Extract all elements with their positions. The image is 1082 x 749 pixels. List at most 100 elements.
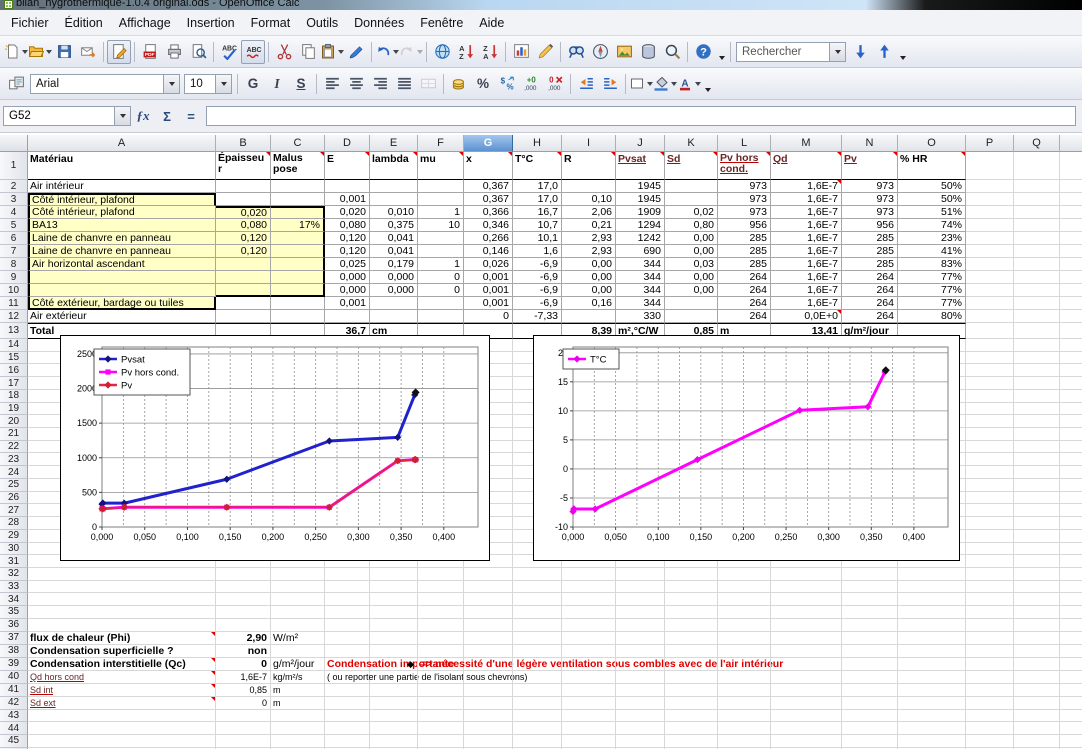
cell-P45[interactable] xyxy=(966,734,1014,748)
cell-M1[interactable]: Qd xyxy=(771,152,842,180)
cell-K39[interactable] xyxy=(665,657,718,671)
cell-H9[interactable]: -6,9 xyxy=(513,271,562,284)
page-preview-button[interactable] xyxy=(186,40,210,64)
cell-P11[interactable] xyxy=(966,297,1014,310)
cell-G4[interactable]: 0,366 xyxy=(464,206,513,219)
cell-N10[interactable]: 264 xyxy=(842,284,898,297)
cell-H5[interactable]: 10,7 xyxy=(513,219,562,232)
cell-Q29[interactable] xyxy=(1014,529,1060,543)
cut-button[interactable] xyxy=(272,40,296,64)
cell-Q41[interactable] xyxy=(1014,683,1060,697)
gallery-button[interactable] xyxy=(612,40,636,64)
cell-H2[interactable]: 17,0 xyxy=(513,180,562,193)
cell-L2[interactable]: 973 xyxy=(718,180,771,193)
print-button[interactable] xyxy=(162,40,186,64)
cell-T26[interactable] xyxy=(1060,492,1082,505)
cell-T28[interactable] xyxy=(1060,517,1082,530)
cell-I34[interactable] xyxy=(562,593,616,607)
show-draw-functions-button[interactable] xyxy=(533,40,557,64)
cell-D1[interactable]: E xyxy=(325,152,370,180)
cell-C7[interactable] xyxy=(271,245,325,258)
cell-H10[interactable]: -6,9 xyxy=(513,284,562,297)
cell-D6[interactable]: 0,120 xyxy=(325,232,370,245)
cell-K45[interactable] xyxy=(665,734,718,748)
cell-A12[interactable]: Air extérieur xyxy=(28,310,216,323)
data-sources-button[interactable] xyxy=(636,40,660,64)
sum-button[interactable]: Σ xyxy=(155,105,179,127)
cell-K41[interactable] xyxy=(665,683,718,697)
cell-M4[interactable]: 1,6E-7 xyxy=(771,206,842,219)
cell-B41[interactable]: 0,85 xyxy=(216,683,271,697)
format-paintbrush-button[interactable] xyxy=(344,40,368,64)
cell-F38[interactable] xyxy=(418,644,464,658)
cell-D39[interactable]: Condensation importante xyxy=(325,657,454,671)
cell-F37[interactable] xyxy=(418,631,464,645)
cell-E39[interactable]: ◆ xyxy=(370,657,418,671)
cell-F11[interactable] xyxy=(418,297,464,310)
cell-P3[interactable] xyxy=(966,193,1014,206)
cell-A38[interactable]: Condensation superficielle ? xyxy=(28,644,216,658)
cell-A35[interactable] xyxy=(28,606,216,619)
cell-K44[interactable] xyxy=(665,722,718,735)
cell-M7[interactable]: 1,6E-7 xyxy=(771,245,842,258)
cell-I4[interactable]: 2,06 xyxy=(562,206,616,219)
cell-B3[interactable] xyxy=(216,193,271,206)
name-box[interactable]: G52 xyxy=(3,106,131,126)
cell-N33[interactable] xyxy=(842,580,898,594)
cell-Q20[interactable] xyxy=(1014,415,1060,429)
cell-F7[interactable] xyxy=(418,245,464,258)
cell-O5[interactable]: 74% xyxy=(898,219,966,232)
cell-L10[interactable]: 264 xyxy=(718,284,771,297)
open-button[interactable] xyxy=(28,40,52,64)
cell-L45[interactable] xyxy=(718,734,771,748)
cell-B38[interactable]: non xyxy=(216,644,271,658)
cell-B32[interactable] xyxy=(216,567,271,581)
sort-ascending-button[interactable] xyxy=(454,40,478,64)
cell-P43[interactable] xyxy=(966,709,1014,723)
cell-P6[interactable] xyxy=(966,232,1014,245)
cell-G43[interactable] xyxy=(464,709,513,723)
cell-H39[interactable] xyxy=(513,657,562,671)
cell-B45[interactable] xyxy=(216,734,271,748)
cell-N34[interactable] xyxy=(842,593,898,607)
cell-H41[interactable] xyxy=(513,683,562,697)
cell-F34[interactable] xyxy=(418,593,464,607)
cell-E4[interactable]: 0,010 xyxy=(370,206,418,219)
cell-T44[interactable] xyxy=(1060,722,1082,735)
toolbar-overflow-button[interactable] xyxy=(705,87,711,92)
cell-O38[interactable] xyxy=(898,644,966,658)
cell-E12[interactable] xyxy=(370,310,418,323)
menu-format[interactable]: Format xyxy=(243,12,299,34)
cell-C38[interactable] xyxy=(271,644,325,658)
font-name-dropdown[interactable] xyxy=(163,74,179,93)
cell-T37[interactable] xyxy=(1060,632,1082,645)
row-header-9[interactable]: 9 xyxy=(0,271,28,284)
cell-A5[interactable]: BA13 xyxy=(28,219,216,232)
cell-C11[interactable] xyxy=(271,297,325,310)
cell-T43[interactable] xyxy=(1060,710,1082,723)
cell-T38[interactable] xyxy=(1060,645,1082,658)
cell-T1[interactable] xyxy=(1060,152,1082,180)
cell-G6[interactable]: 0,266 xyxy=(464,232,513,245)
cell-J38[interactable] xyxy=(616,644,665,658)
cell-C40[interactable]: kg/m²/s xyxy=(271,670,325,684)
cell-Q22[interactable] xyxy=(1014,440,1060,454)
cell-T12[interactable] xyxy=(1060,310,1082,323)
search-dropdown[interactable] xyxy=(829,42,845,61)
cell-A33[interactable] xyxy=(28,580,216,594)
cell-H33[interactable] xyxy=(513,580,562,594)
cell-N11[interactable]: 264 xyxy=(842,297,898,310)
cell-F4[interactable]: 1 xyxy=(418,206,464,219)
cell-B2[interactable] xyxy=(216,180,271,193)
cell-N9[interactable]: 264 xyxy=(842,271,898,284)
find-down-button[interactable] xyxy=(848,40,872,64)
cell-G37[interactable] xyxy=(464,631,513,645)
cell-T21[interactable] xyxy=(1060,428,1082,441)
cell-B1[interactable]: Épaisseur xyxy=(216,152,271,180)
underline-button[interactable]: S xyxy=(289,72,313,96)
number-currency-button[interactable] xyxy=(447,72,471,96)
function-button[interactable]: = xyxy=(179,105,203,127)
cell-T10[interactable] xyxy=(1060,284,1082,297)
number-standard-button[interactable] xyxy=(495,72,519,96)
cell-N44[interactable] xyxy=(842,722,898,735)
